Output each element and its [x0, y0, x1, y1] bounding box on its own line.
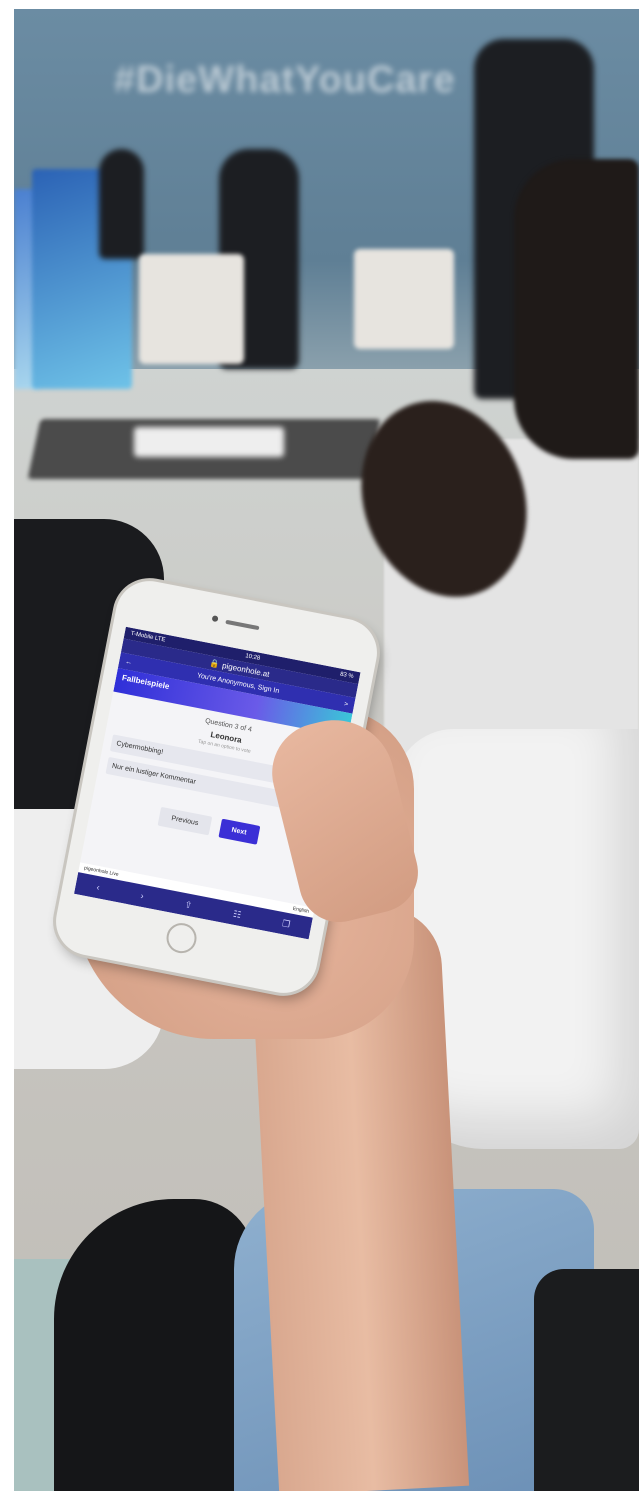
previous-button[interactable]: Previous — [157, 806, 212, 836]
chevron-right-icon[interactable]: > — [343, 700, 348, 708]
photo: #DieWhatYouCare T-Mobile LTE 10:28 83 % … — [14, 9, 639, 1491]
bookmarks-icon[interactable]: ☷ — [232, 908, 242, 920]
back-icon[interactable]: ‹ — [96, 882, 101, 892]
dark-clothing — [534, 1269, 639, 1491]
forward-icon[interactable]: › — [140, 891, 145, 901]
tabs-icon[interactable]: ❐ — [281, 918, 291, 930]
audience-member-hair — [514, 159, 639, 459]
lock-icon: 🔒 — [208, 657, 221, 669]
stage-chair-1 — [139, 254, 244, 364]
wall-lettering: #DieWhatYouCare — [114, 59, 456, 101]
stage-chair-2 — [354, 249, 454, 349]
back-arrow-icon[interactable]: ← — [125, 658, 133, 666]
share-icon[interactable]: ⇧ — [184, 899, 193, 911]
seated-person-left — [99, 149, 144, 259]
event-title: Fallbeispiele — [121, 673, 171, 692]
dark-knee — [54, 1199, 254, 1491]
table-surface — [134, 427, 284, 457]
clock: 10:28 — [244, 653, 261, 662]
next-button[interactable]: Next — [217, 818, 261, 845]
battery-label: 83 % — [339, 671, 355, 681]
